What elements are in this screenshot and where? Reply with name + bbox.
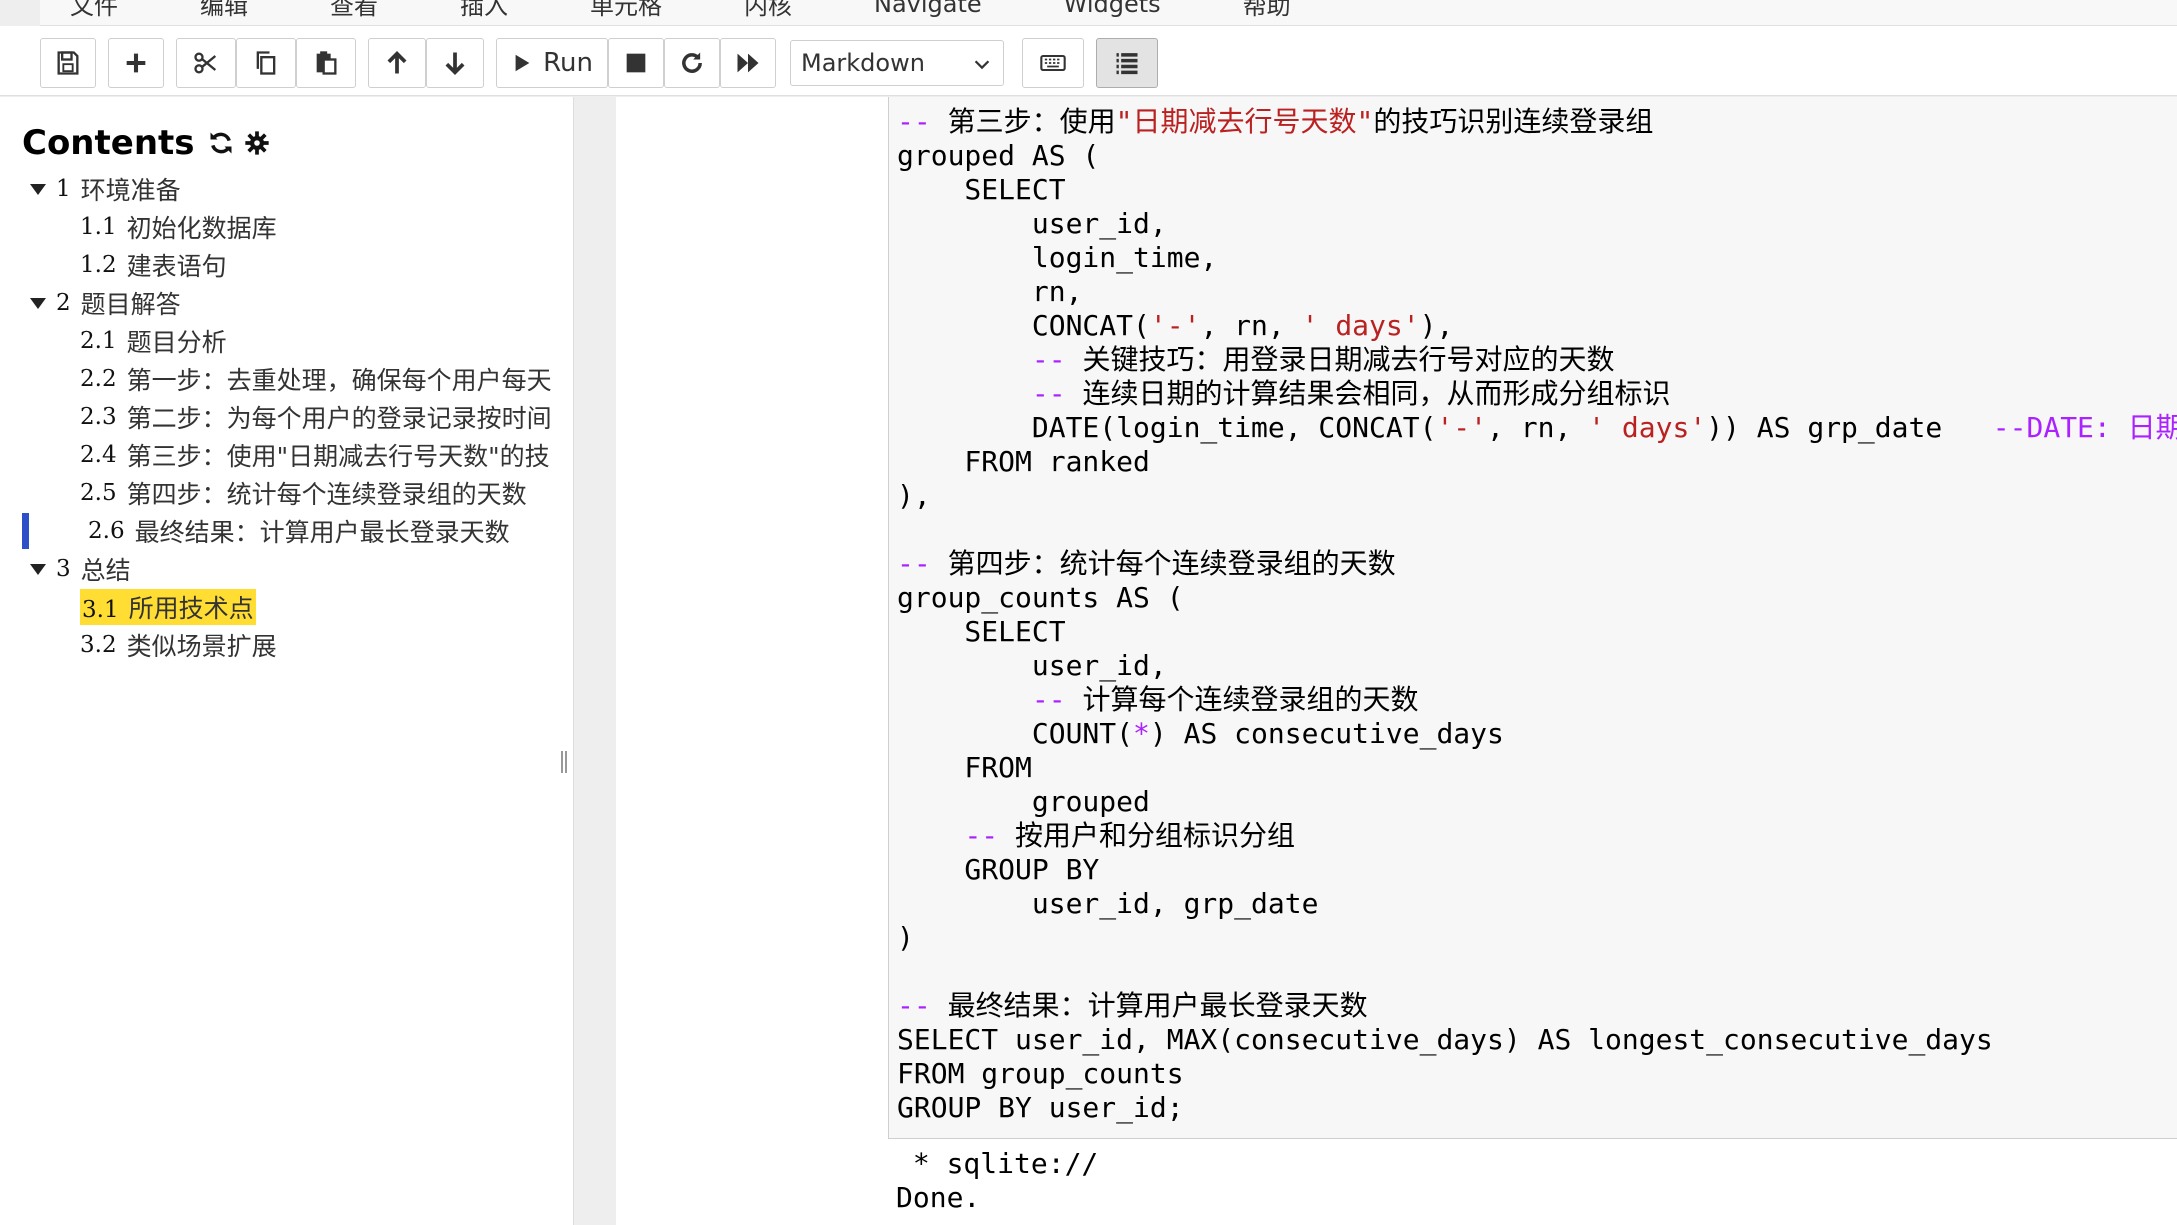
- sidebar-resize-handle[interactable]: [561, 751, 569, 773]
- menu-help[interactable]: 帮助: [1243, 0, 1291, 21]
- toc-number: 3: [56, 556, 71, 582]
- caret-down-icon[interactable]: [30, 183, 46, 195]
- toc-item-3-2[interactable]: 3.2 类似场景扩展: [80, 627, 277, 663]
- notebook-container: -- 第三步：使用"日期减去行号天数"的技巧识别连续登录组 grouped AS…: [616, 97, 2177, 1225]
- arrow-up-icon: [387, 51, 407, 74]
- fast-forward-icon: [737, 53, 759, 73]
- toc-label: 类似场景扩展: [126, 632, 277, 661]
- current-section-indicator: [22, 513, 29, 549]
- menu-navigate[interactable]: Navigate: [874, 0, 982, 18]
- output-line: Done.: [896, 1181, 981, 1214]
- copy-icon: [256, 51, 276, 75]
- toc-number: 2.6: [88, 518, 125, 544]
- arrow-down-icon: [445, 52, 465, 75]
- save-button[interactable]: [40, 38, 96, 88]
- toc-item-1-2[interactable]: 1.2 建表语句: [80, 247, 227, 283]
- menu-cell[interactable]: 单元格: [590, 0, 662, 21]
- toc-label: 初始化数据库: [126, 214, 277, 243]
- refresh-icon[interactable]: [207, 129, 235, 157]
- caret-down-icon[interactable]: [30, 563, 46, 575]
- toc-highlight: 3.1 所用技术点: [80, 589, 256, 625]
- toc-item-3-1[interactable]: 3.1 所用技术点: [80, 589, 256, 625]
- cell-type-value: Markdown: [801, 49, 925, 77]
- menu-kernel[interactable]: 内核: [744, 0, 792, 21]
- toc-number: 2.3: [80, 404, 117, 430]
- restart-run-all-button[interactable]: [720, 38, 776, 88]
- list-icon: [1116, 53, 1138, 75]
- menu-widgets[interactable]: Widgets: [1064, 0, 1161, 18]
- toc-item-2[interactable]: 2 题目解答: [30, 285, 181, 321]
- toc-number: 2.1: [80, 328, 117, 354]
- toc-item-3[interactable]: 3 总结: [30, 551, 131, 587]
- insert-cell-button[interactable]: [108, 38, 164, 88]
- code-editor[interactable]: -- 第三步：使用"日期减去行号天数"的技巧识别连续登录组 grouped AS…: [897, 105, 2177, 1125]
- gear-icon[interactable]: [243, 129, 271, 157]
- chevron-down-icon: [974, 60, 990, 70]
- caret-down-icon[interactable]: [30, 297, 46, 309]
- toc-item-1-1[interactable]: 1.1 初始化数据库: [80, 209, 277, 245]
- menu-view[interactable]: 查看: [330, 0, 378, 21]
- play-icon: [515, 54, 530, 72]
- cut-button[interactable]: [176, 38, 236, 88]
- code-cell-input[interactable]: -- 第三步：使用"日期减去行号天数"的技巧识别连续登录组 grouped AS…: [888, 97, 2177, 1139]
- menu-edit[interactable]: 编辑: [200, 0, 248, 21]
- scissors-icon: [194, 52, 217, 74]
- restart-button[interactable]: [664, 38, 720, 88]
- run-button[interactable]: Run: [496, 38, 608, 88]
- toc-label: 建表语句: [126, 252, 227, 281]
- menu-file[interactable]: 文件: [70, 0, 118, 21]
- copy-button[interactable]: [236, 38, 296, 88]
- toc-item-2-1[interactable]: 2.1 题目分析: [80, 323, 227, 359]
- command-palette-button[interactable]: [1022, 38, 1084, 88]
- cell-type-select[interactable]: Markdown: [790, 40, 1004, 86]
- toc-number: 3.2: [80, 632, 117, 658]
- keyboard-icon: [1040, 54, 1066, 72]
- toc-number: 2: [56, 290, 71, 316]
- toc-label: 第一步：去重处理，确保每个用户每天: [126, 366, 552, 395]
- toc-item-2-3[interactable]: 2.3 第二步：为每个用户的登录记录按时间: [80, 399, 556, 435]
- toc-label: 环境准备: [80, 176, 181, 205]
- output-line: * sqlite://: [896, 1147, 1099, 1180]
- toc-number: 1.2: [80, 252, 117, 278]
- menu-bar: 文件 编辑 查看 插入 单元格 内核 Navigate Widgets 帮助: [40, 0, 2177, 26]
- toc-sidebar: Contents 1 环境准备 1.1 初始化数据库 1.2 建表语句 2 题目…: [0, 97, 574, 1225]
- plus-icon: [126, 53, 146, 73]
- toc-header: Contents: [22, 123, 271, 163]
- toc-number: 1.1: [80, 214, 117, 240]
- paste-button[interactable]: [296, 38, 356, 88]
- refresh-icon: [682, 52, 702, 73]
- toc-item-2-5[interactable]: 2.5 第四步：统计每个连续登录组的天数: [80, 475, 527, 511]
- interrupt-button[interactable]: [608, 38, 664, 88]
- toc-number: 1: [56, 176, 71, 202]
- paste-icon: [316, 51, 337, 75]
- notebook-toolbar: Run Markdown: [0, 26, 2177, 96]
- save-icon: [57, 51, 79, 75]
- toc-label: 题目分析: [126, 328, 227, 357]
- jupyter-notebook-window: { "menu": ["文件", "编辑", "查看", "插入", "单元格"…: [0, 0, 2177, 1225]
- notebook-gutter: [574, 97, 616, 1225]
- toc-label: 最终结果：计算用户最长登录天数: [134, 518, 510, 547]
- move-up-button[interactable]: [368, 38, 426, 88]
- toc-number: 2.5: [80, 480, 117, 506]
- toc-item-1[interactable]: 1 环境准备: [30, 171, 181, 207]
- menu-insert[interactable]: 插入: [460, 0, 508, 21]
- toc-label: 题目解答: [80, 290, 181, 319]
- move-down-button[interactable]: [426, 38, 484, 88]
- toc-item-2-4[interactable]: 2.4 第三步：使用"日期减去行号天数"的技: [80, 437, 556, 473]
- toc-label: 总结: [80, 556, 131, 585]
- toc-number: 3.1: [82, 597, 119, 623]
- toc-item-2-6[interactable]: 2.6 最终结果：计算用户最长登录天数: [88, 513, 510, 549]
- toc-label: 第四步：统计每个连续登录组的天数: [126, 480, 527, 509]
- toc-item-2-2[interactable]: 2.2 第一步：去重处理，确保每个用户每天: [80, 361, 556, 397]
- toc-number: 2.2: [80, 366, 117, 392]
- toc-label: 所用技术点: [128, 594, 254, 623]
- toc-number: 2.4: [80, 442, 117, 468]
- toc-label: 第二步：为每个用户的登录记录按时间: [126, 404, 552, 433]
- toc-label: 第三步：使用"日期减去行号天数"的技: [126, 442, 550, 471]
- cell-output: * sqlite:// Done.: [896, 1147, 1098, 1215]
- toc-toggle-button[interactable]: [1096, 38, 1158, 88]
- toc-title: Contents: [22, 123, 195, 163]
- run-label: Run: [543, 48, 593, 78]
- stop-icon: [626, 53, 646, 73]
